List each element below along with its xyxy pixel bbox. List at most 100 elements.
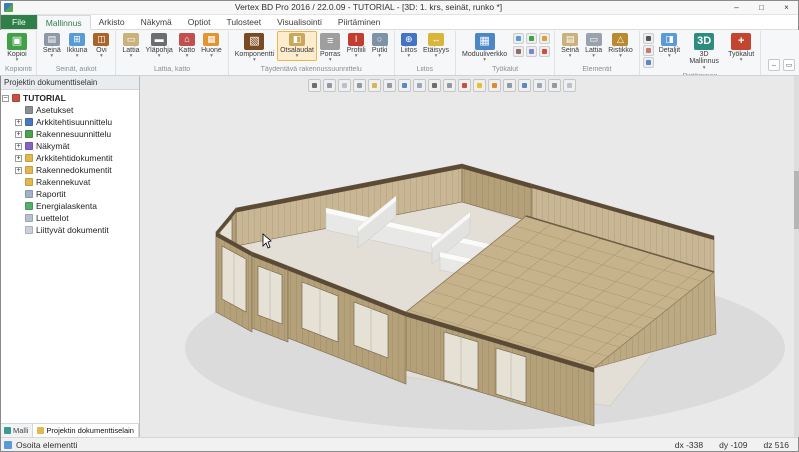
tyokalut-button[interactable]: + Työkalut ▾ xyxy=(725,31,757,65)
collapse-ribbon-icon[interactable]: – xyxy=(768,59,780,71)
tree-item-asetukset[interactable]: Asetukset xyxy=(2,104,139,116)
tab-tulosteet[interactable]: Tulosteet xyxy=(218,15,269,29)
status-bar: Osoita elementti dx -338 dy -109 dz 516 xyxy=(0,437,799,452)
tab-file[interactable]: File xyxy=(1,15,37,29)
tree-item-raportit[interactable]: Raportit xyxy=(2,188,139,200)
etaisyys-button[interactable]: ↔ Etäisyys ▾ xyxy=(420,31,452,61)
tab-nakyma[interactable]: Näkymä xyxy=(133,15,180,29)
ristikko-button[interactable]: △ Ristikko ▾ xyxy=(605,31,636,61)
expander-icon[interactable] xyxy=(15,227,22,234)
measure-icon[interactable] xyxy=(488,79,501,92)
viewport-scrollbar[interactable] xyxy=(794,76,799,437)
viewcube-icon[interactable] xyxy=(398,79,411,92)
zoom-icon[interactable] xyxy=(428,79,441,92)
otsalaudat-button[interactable]: ◧ Otsalaudat ▾ xyxy=(277,31,317,61)
tab-arkisto[interactable]: Arkisto xyxy=(91,15,133,29)
settings-icon[interactable] xyxy=(548,79,561,92)
putki-button[interactable]: ○ Putki ▾ xyxy=(369,31,391,61)
expander-icon[interactable]: + xyxy=(15,131,22,138)
chevron-down-icon: ▾ xyxy=(50,54,53,59)
seina-button[interactable]: ▤ Seinä ▾ xyxy=(40,31,64,61)
grid-icon[interactable] xyxy=(353,79,366,92)
dims-icon[interactable] xyxy=(643,57,654,68)
expander-icon[interactable] xyxy=(15,203,22,210)
project-tree: − TUTORIAL Asetukset + Arkkitehtisuunnit… xyxy=(0,90,139,423)
liitos-button[interactable]: ⊕ Liitos ▾ xyxy=(398,31,420,61)
3d-mallinnus-button[interactable]: 3D 3D Mallinnus ▾ xyxy=(683,31,725,73)
workplane-icon[interactable] xyxy=(338,79,351,92)
help-icon[interactable] xyxy=(563,79,576,92)
markup-icon[interactable] xyxy=(526,46,537,57)
model-viewport[interactable] xyxy=(140,76,799,437)
profiili-button[interactable]: I Profiili ▾ xyxy=(344,31,369,61)
expander-icon[interactable] xyxy=(15,179,22,186)
tree-root-tutorial[interactable]: − TUTORIAL xyxy=(2,92,139,104)
expander-icon[interactable] xyxy=(15,107,22,114)
detaljit-button[interactable]: ◨ Detaljit ▾ xyxy=(656,31,683,61)
pencil-icon[interactable] xyxy=(643,33,654,44)
snap-icon[interactable] xyxy=(368,79,381,92)
render-icon[interactable] xyxy=(533,79,546,92)
tab-optiot[interactable]: Optiot xyxy=(180,15,219,29)
collapse-expander-icon[interactable]: − xyxy=(2,95,9,102)
tab-mallinnus[interactable]: Mallinnus xyxy=(37,15,91,30)
porras-button[interactable]: ≡ Porras ▾ xyxy=(317,31,344,65)
expander-icon[interactable]: + xyxy=(15,119,22,126)
tree-item-energialaskenta[interactable]: Energialaskenta xyxy=(2,200,139,212)
huone-button[interactable]: ▦ Huone ▾ xyxy=(198,31,225,61)
ovi-button[interactable]: ◫ Ovi ▾ xyxy=(90,31,112,61)
close-button[interactable]: × xyxy=(774,0,799,14)
tree-item-rakennedokumentit[interactable]: + Rakennedokumentit xyxy=(2,164,139,176)
moduuliverkko-button[interactable]: ▦ Moduuliverkko ▾ xyxy=(459,31,510,65)
chevron-down-icon: ▾ xyxy=(210,54,213,59)
tree-item-luettelot[interactable]: Luettelot xyxy=(2,212,139,224)
elementti-seina-button[interactable]: ▤ Seinä ▾ xyxy=(558,31,582,61)
ylapohja-button[interactable]: ▬ Yläpohja ▾ xyxy=(143,31,176,61)
ortho-icon[interactable] xyxy=(383,79,396,92)
expander-icon[interactable] xyxy=(15,215,22,222)
chevron-down-icon: ▾ xyxy=(158,54,161,59)
kopioi-button[interactable]: ▣ Kopioi ▾ xyxy=(4,31,30,65)
tab-piirtaminen[interactable]: Piirtäminen xyxy=(330,15,389,29)
tree-item-rakennekuvat[interactable]: Rakennekuvat xyxy=(2,176,139,188)
expander-icon[interactable]: + xyxy=(15,143,22,150)
model-3d-view[interactable] xyxy=(140,76,799,437)
tree-item-rakennesuunnittelu[interactable]: + Rakennesuunnittelu xyxy=(2,128,139,140)
erase-icon[interactable] xyxy=(458,79,471,92)
lattia-button[interactable]: ▭ Lattia ▾ xyxy=(119,31,142,61)
maximize-button[interactable]: □ xyxy=(749,0,774,14)
select-icon[interactable] xyxy=(323,79,336,92)
chevron-down-icon: ▾ xyxy=(16,58,19,63)
symbol-icon[interactable] xyxy=(539,33,550,44)
tag-icon[interactable] xyxy=(539,46,550,57)
katto-button[interactable]: ⌂ Katto ▾ xyxy=(176,31,198,61)
layers-icon[interactable] xyxy=(413,79,426,92)
group-label: Piirtäminen xyxy=(643,73,757,75)
dimension-icon[interactable] xyxy=(513,33,524,44)
camera-icon[interactable] xyxy=(518,79,531,92)
ribbon-tab-row: File Mallinnus Arkisto Näkymä Optiot Tul… xyxy=(0,15,799,30)
eraser-icon[interactable] xyxy=(643,45,654,56)
expander-icon[interactable]: + xyxy=(15,155,22,162)
tree-item-nakymat[interactable]: + Näkymät xyxy=(2,140,139,152)
komponentti-button[interactable]: ▧ Komponentti ▾ xyxy=(232,31,277,65)
expand-ribbon-icon[interactable]: ▭ xyxy=(783,59,795,71)
tab-visualisointi[interactable]: Visualisointi xyxy=(269,15,330,29)
section-icon[interactable] xyxy=(503,79,516,92)
tree-item-arkkitehtidokumentit[interactable]: + Arkkitehtidokumentit xyxy=(2,152,139,164)
text-icon[interactable] xyxy=(526,33,537,44)
tab-malli[interactable]: Malli xyxy=(0,424,33,437)
pin-icon[interactable] xyxy=(308,79,321,92)
highlight-icon[interactable] xyxy=(473,79,486,92)
tab-projektin-dokumenttiselain[interactable]: Projektin dokumenttiselain xyxy=(33,424,139,437)
expander-icon[interactable]: + xyxy=(15,167,22,174)
hatch-icon[interactable] xyxy=(513,46,524,57)
expander-icon[interactable] xyxy=(15,191,22,198)
pan-icon[interactable] xyxy=(443,79,456,92)
tree-item-liittyvat-dokumentit[interactable]: Liittyvät dokumentit xyxy=(2,224,139,236)
tree-item-arkkitehtisuunnittelu[interactable]: + Arkkitehtisuunnittelu xyxy=(2,116,139,128)
scrollbar-thumb[interactable] xyxy=(794,171,799,229)
elementti-lattia-button[interactable]: ▭ Lattia ▾ xyxy=(582,31,605,61)
minimize-button[interactable]: – xyxy=(724,0,749,14)
ikkuna-button[interactable]: ⊞ Ikkuna ▾ xyxy=(64,31,91,61)
